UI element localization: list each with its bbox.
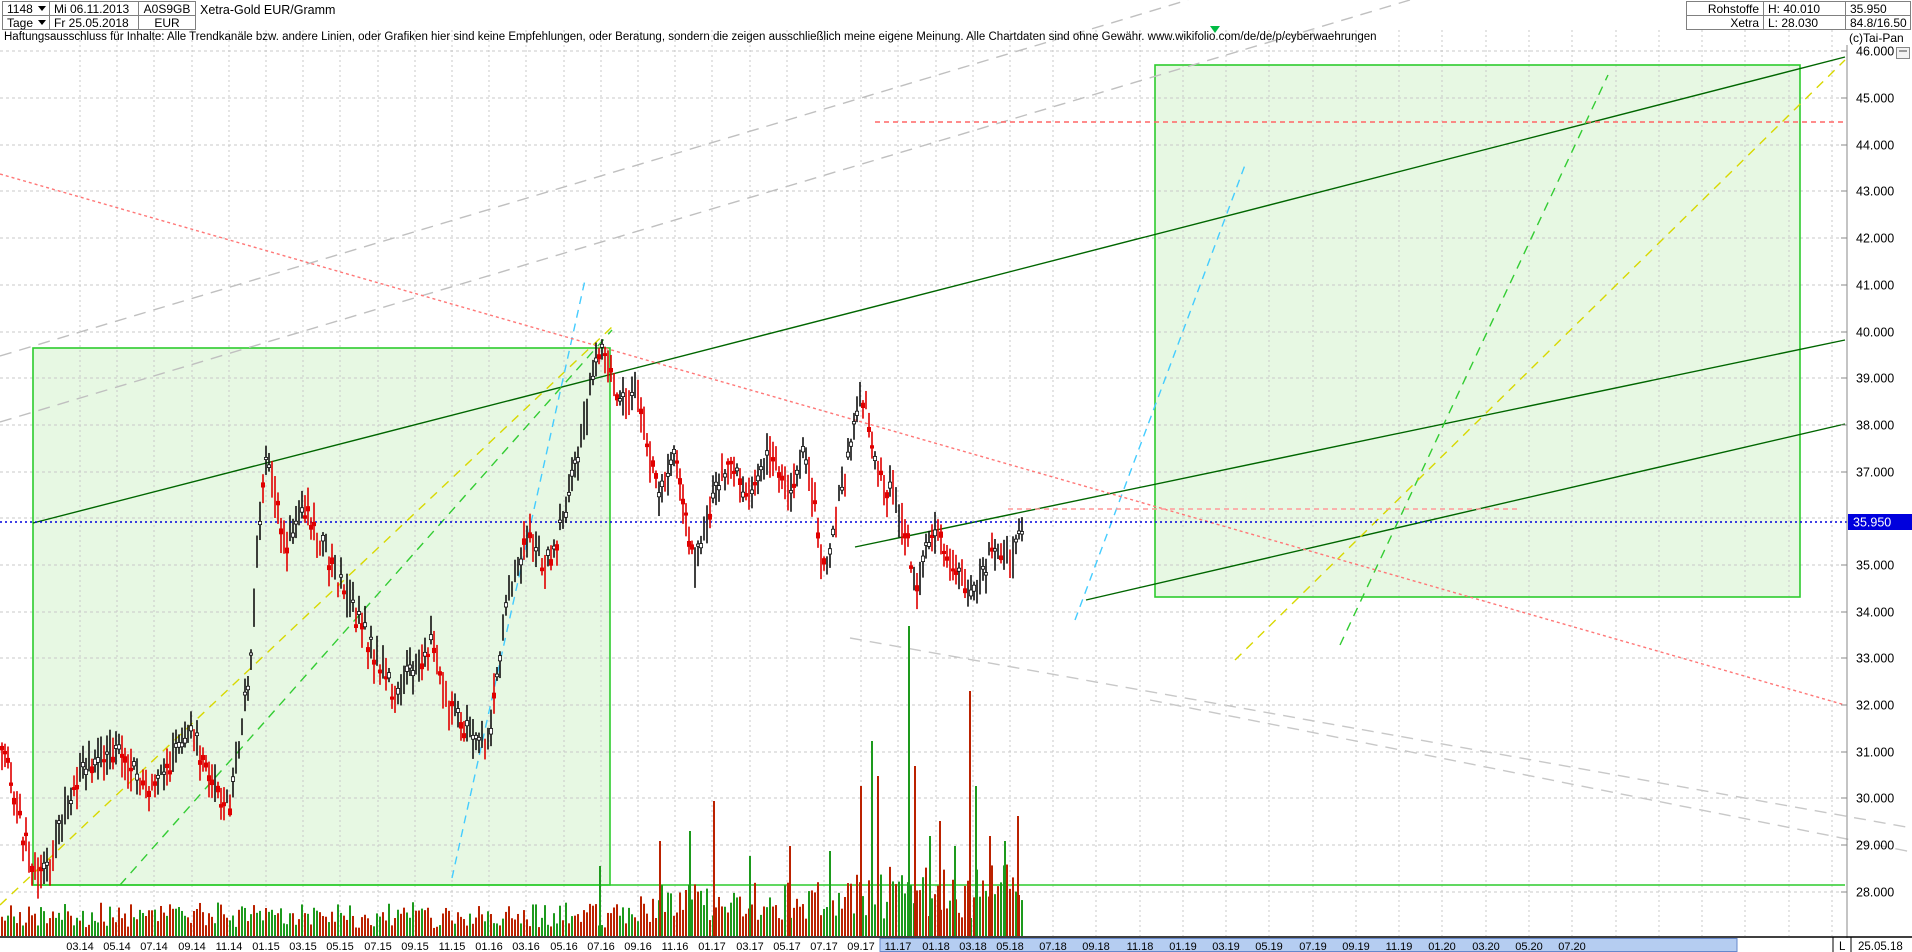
- current-price-label: 35.950: [1853, 516, 1891, 530]
- copyright-label: (c)Tai-Pan: [1849, 31, 1904, 45]
- svg-text:45.000: 45.000: [1856, 92, 1894, 106]
- svg-text:09.14: 09.14: [178, 941, 206, 952]
- high-cell: H: 40.010: [1763, 1, 1846, 16]
- svg-text:42.000: 42.000: [1856, 232, 1894, 246]
- price-axis: 46.000 45.000 44.000 43.000 42.000 41.000 40.0…: [1841, 45, 1894, 952]
- price-chart-canvas[interactable]: 46.000 45.000 44.000 43.000 42.000 41.000 40.0…: [0, 0, 1912, 952]
- axis-end-marker: L: [1839, 941, 1846, 952]
- svg-text:44.000: 44.000: [1856, 139, 1894, 153]
- bar-count-value: 1148: [7, 1, 33, 16]
- svg-text:07.14: 07.14: [140, 941, 168, 952]
- last-price-cell: 35.950: [1845, 1, 1911, 16]
- svg-text:29.000: 29.000: [1856, 839, 1894, 853]
- svg-text:01.17: 01.17: [698, 941, 726, 952]
- category-cell: Rohstoffe: [1686, 1, 1764, 16]
- svg-text:35.000: 35.000: [1856, 559, 1894, 573]
- svg-text:11.14: 11.14: [216, 941, 243, 952]
- svg-text:05.20: 05.20: [1515, 941, 1543, 952]
- date-axis: 03.14 05.14 07.14 09.14 11.14 01.15 03.15 05.15…: [0, 936, 1912, 952]
- gray-dashed-upper-a[interactable]: [0, 0, 1189, 357]
- svg-text:01.18: 01.18: [922, 941, 950, 952]
- svg-text:40.000: 40.000: [1856, 326, 1894, 340]
- svg-text:41.000: 41.000: [1856, 279, 1894, 293]
- svg-text:11.19: 11.19: [1386, 941, 1413, 952]
- low-cell: L: 28.030: [1763, 15, 1846, 30]
- taipan-chart-window: 46.000 45.000 44.000 43.000 42.000 41.000 40.0…: [0, 0, 1912, 952]
- svg-text:03.20: 03.20: [1472, 941, 1500, 952]
- svg-text:28.000: 28.000: [1856, 886, 1894, 900]
- period-value: Tage: [7, 15, 34, 30]
- exchange-cell: Xetra: [1686, 15, 1764, 30]
- svg-text:05.16: 05.16: [550, 941, 578, 952]
- svg-text:07.17: 07.17: [810, 941, 838, 952]
- wkn-cell: A0S9GB: [138, 1, 196, 16]
- svg-text:05.15: 05.15: [326, 941, 354, 952]
- svg-text:11.18: 11.18: [1127, 941, 1154, 952]
- svg-text:07.16: 07.16: [587, 941, 615, 952]
- svg-text:09.15: 09.15: [401, 941, 429, 952]
- svg-text:05.19: 05.19: [1255, 941, 1283, 952]
- svg-text:09.19: 09.19: [1342, 941, 1370, 952]
- svg-text:07.19: 07.19: [1299, 941, 1327, 952]
- svg-text:03.16: 03.16: [512, 941, 540, 952]
- svg-text:05.18: 05.18: [996, 941, 1024, 952]
- stat-cell: 84.8/16.50: [1845, 15, 1911, 30]
- svg-text:38.000: 38.000: [1856, 419, 1894, 433]
- chevron-down-icon: [38, 20, 47, 25]
- svg-text:09.16: 09.16: [624, 941, 652, 952]
- trend-boxes: [33, 65, 1800, 885]
- svg-text:11.17: 11.17: [885, 941, 912, 952]
- svg-text:07.20: 07.20: [1558, 941, 1586, 952]
- svg-text:31.000: 31.000: [1856, 746, 1894, 760]
- svg-text:03.17: 03.17: [736, 941, 764, 952]
- svg-text:11.15: 11.15: [439, 941, 466, 952]
- svg-text:43.000: 43.000: [1856, 185, 1894, 199]
- svg-text:05.14: 05.14: [103, 941, 131, 952]
- svg-text:37.000: 37.000: [1856, 466, 1894, 480]
- svg-text:05.17: 05.17: [773, 941, 801, 952]
- svg-text:11.16: 11.16: [662, 941, 689, 952]
- svg-text:07.18: 07.18: [1039, 941, 1067, 952]
- svg-text:39.000: 39.000: [1856, 372, 1894, 386]
- symbol-name: Xetra-Gold EUR/Gramm: [200, 3, 336, 17]
- svg-text:01.15: 01.15: [252, 941, 280, 952]
- disclaimer-text: Haftungsausschluss für Inhalte: Alle Tre…: [4, 31, 1377, 43]
- last-date-cell: Fr 25.05.2018: [49, 15, 139, 30]
- svg-text:03.18: 03.18: [959, 941, 987, 952]
- svg-text:07.15: 07.15: [364, 941, 392, 952]
- svg-text:01.19: 01.19: [1169, 941, 1197, 952]
- svg-text:03.14: 03.14: [66, 941, 94, 952]
- svg-text:46.000: 46.000: [1856, 45, 1894, 59]
- svg-text:33.000: 33.000: [1856, 652, 1894, 666]
- trend-box-2014-2016[interactable]: [33, 348, 610, 885]
- svg-text:03.15: 03.15: [289, 941, 317, 952]
- gray-dashed-lower-b[interactable]: [1149, 699, 1912, 853]
- svg-text:32.000: 32.000: [1856, 699, 1894, 713]
- restore-window-button[interactable]: [1896, 47, 1910, 59]
- svg-text:09.17: 09.17: [847, 941, 875, 952]
- gray-dashed-lower-a[interactable]: [849, 637, 1912, 829]
- currency-cell: EUR: [138, 15, 196, 30]
- svg-text:01.16: 01.16: [475, 941, 503, 952]
- bar-count-dropdown[interactable]: 1148: [2, 1, 50, 16]
- svg-text:01.20: 01.20: [1428, 941, 1456, 952]
- chevron-down-icon: [37, 6, 46, 11]
- svg-text:09.18: 09.18: [1082, 941, 1110, 952]
- axis-end-date: 25.05.18: [1858, 941, 1903, 952]
- period-dropdown[interactable]: Tage: [2, 15, 50, 30]
- svg-text:34.000: 34.000: [1856, 606, 1894, 620]
- svg-text:03.19: 03.19: [1212, 941, 1240, 952]
- svg-text:30.000: 30.000: [1856, 792, 1894, 806]
- first-date-cell: Mi 06.11.2013: [49, 1, 139, 16]
